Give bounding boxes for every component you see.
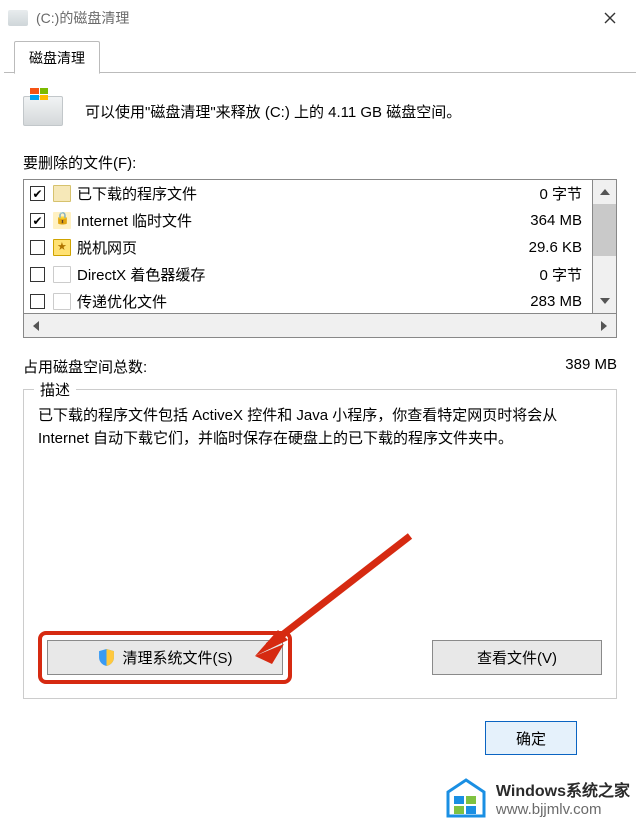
tab-disk-cleanup[interactable]: 磁盘清理 — [14, 41, 100, 74]
titlebar: (C:)的磁盘清理 — [0, 0, 640, 36]
scroll-track[interactable] — [593, 256, 616, 289]
watermark-icon — [444, 778, 488, 818]
list-item[interactable]: DirectX 着色器缓存 0 字节 — [24, 261, 592, 288]
scroll-left-button[interactable] — [24, 314, 48, 337]
drive-icon — [8, 10, 28, 26]
file-size: 0 字节 — [539, 264, 586, 285]
scroll-down-button[interactable] — [593, 289, 616, 313]
list-item[interactable]: 脱机网页 29.6 KB — [24, 234, 592, 261]
description-group: 描述 已下载的程序文件包括 ActiveX 控件和 Java 小程序，你查看特定… — [23, 389, 617, 699]
button-label: 查看文件(V) — [477, 647, 557, 668]
description-text: 已下载的程序文件包括 ActiveX 控件和 Java 小程序，你查看特定网页时… — [38, 404, 602, 451]
disk-cleanup-icon — [23, 96, 63, 126]
watermark: Windows系统之家 www.bjjmlv.com — [436, 771, 640, 822]
ok-row: 确定 — [23, 699, 617, 755]
checkbox[interactable] — [30, 240, 45, 255]
summary-text: 可以使用"磁盘清理"来释放 (C:) 上的 4.11 GB 磁盘空间。 — [85, 101, 461, 122]
highlight-annotation: 清理系统文件(S) — [38, 631, 292, 684]
list-item[interactable]: 传递优化文件 283 MB — [24, 288, 592, 315]
checkbox[interactable] — [30, 213, 45, 228]
window-title: (C:)的磁盘清理 — [36, 8, 129, 28]
lock-icon — [53, 212, 71, 229]
watermark-title: Windows系统之家 — [496, 777, 630, 801]
tab-strip: 磁盘清理 — [0, 40, 640, 73]
list-item[interactable]: 已下载的程序文件 0 字节 — [24, 180, 592, 207]
scroll-up-button[interactable] — [593, 180, 616, 204]
total-value: 389 MB — [565, 356, 617, 377]
ok-button[interactable]: 确定 — [485, 721, 577, 755]
total-label: 占用磁盘空间总数: — [23, 356, 147, 377]
view-files-button[interactable]: 查看文件(V) — [432, 640, 602, 675]
file-name: Internet 临时文件 — [77, 210, 530, 231]
file-size: 283 MB — [530, 293, 586, 310]
file-name: 脱机网页 — [77, 237, 529, 258]
watermark-url: www.bjjmlv.com — [496, 801, 630, 818]
scroll-right-button[interactable] — [592, 314, 616, 337]
file-icon — [53, 293, 71, 310]
vertical-scrollbar[interactable] — [593, 179, 617, 314]
files-listbox-wrap: 已下载的程序文件 0 字节 Internet 临时文件 364 MB 脱机网页 … — [23, 179, 617, 314]
favorites-icon — [53, 239, 71, 256]
file-name: 传递优化文件 — [77, 291, 530, 312]
clean-system-files-button[interactable]: 清理系统文件(S) — [47, 640, 283, 675]
checkbox[interactable] — [30, 294, 45, 309]
checkbox[interactable] — [30, 186, 45, 201]
files-listbox[interactable]: 已下载的程序文件 0 字节 Internet 临时文件 364 MB 脱机网页 … — [23, 179, 593, 314]
total-row: 占用磁盘空间总数: 389 MB — [23, 356, 617, 377]
file-name: 已下载的程序文件 — [77, 183, 539, 204]
close-button[interactable] — [588, 4, 632, 32]
file-name: DirectX 着色器缓存 — [77, 264, 539, 285]
file-size: 29.6 KB — [529, 239, 586, 256]
folder-icon — [53, 185, 71, 202]
file-size: 0 字节 — [539, 183, 586, 204]
tab-content: 可以使用"磁盘清理"来释放 (C:) 上的 4.11 GB 磁盘空间。 要删除的… — [0, 73, 640, 756]
shield-icon — [98, 649, 115, 666]
horizontal-scrollbar[interactable] — [23, 314, 617, 338]
group-legend: 描述 — [34, 379, 76, 400]
button-label: 确定 — [516, 728, 546, 749]
watermark-text: Windows系统之家 www.bjjmlv.com — [496, 777, 630, 818]
scroll-thumb[interactable] — [593, 204, 616, 256]
file-size: 364 MB — [530, 212, 586, 229]
file-icon — [53, 266, 71, 283]
button-row: 清理系统文件(S) 查看文件(V) — [38, 631, 602, 684]
intro-row: 可以使用"磁盘清理"来释放 (C:) 上的 4.11 GB 磁盘空间。 — [23, 96, 617, 126]
scroll-track[interactable] — [48, 314, 592, 337]
list-item[interactable]: Internet 临时文件 364 MB — [24, 207, 592, 234]
checkbox[interactable] — [30, 267, 45, 282]
files-to-delete-label: 要删除的文件(F): — [23, 152, 617, 173]
button-label: 清理系统文件(S) — [123, 647, 233, 668]
